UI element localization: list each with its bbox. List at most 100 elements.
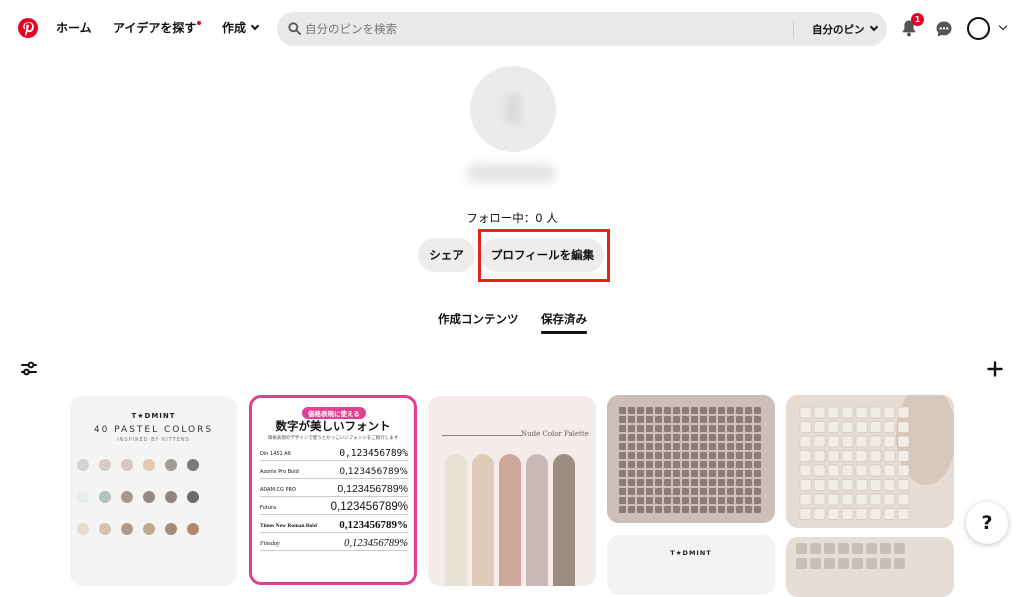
pinterest-logo[interactable]: [18, 18, 38, 38]
app-icon-tile: [682, 416, 689, 423]
app-icon-tile: [852, 543, 863, 554]
app-icon-tile: [754, 488, 761, 495]
app-icon-tile: [691, 479, 698, 486]
color-swatch: [121, 459, 133, 471]
help-button[interactable]: ?: [966, 502, 1008, 544]
pin-number-fonts[interactable]: 価格表現に使える 数字が美しいフォント 価格表現のデザインで使うとかっこいいフォ…: [249, 395, 417, 585]
app-icon-tile: [754, 470, 761, 477]
top-nav: ホーム アイデアを探す 作成 自分のピン 1: [0, 0, 1024, 58]
nav-home[interactable]: ホーム: [56, 19, 92, 36]
pin-subtitle: 価格表現のデザインで使うとかっこいいフォントをご紹介します: [267, 436, 399, 441]
app-icon-tile: [700, 461, 707, 468]
app-icon-tile: [700, 479, 707, 486]
account-icon[interactable]: [967, 17, 990, 40]
tab-saved[interactable]: 保存済み: [541, 311, 587, 327]
pin-pastel-colors[interactable]: T★DMINT 40 PASTEL COLORS INSPIRED BY KIT…: [70, 396, 237, 586]
tab-created[interactable]: 作成コンテンツ: [438, 311, 519, 327]
app-icon-tile: [855, 406, 868, 419]
app-icon-tile: [637, 461, 644, 468]
app-icon-tile: [799, 406, 812, 419]
app-icon-tile: [799, 435, 812, 448]
app-icon-tile: [673, 452, 680, 459]
nav-create[interactable]: 作成: [222, 19, 260, 36]
app-icon-tile: [883, 406, 896, 419]
plus-icon[interactable]: [987, 361, 1003, 377]
app-icon-tile: [691, 506, 698, 513]
app-icon-tile: [637, 452, 644, 459]
app-icon-tile: [869, 435, 882, 448]
app-icon-tile: [691, 416, 698, 423]
app-icon-tile: [655, 479, 662, 486]
app-icon-tile: [628, 416, 635, 423]
font-name: Times New Roman Bold: [260, 523, 317, 529]
app-icon-tile: [813, 450, 826, 462]
app-icon-tile: [628, 434, 635, 441]
app-icon-tile: [883, 450, 896, 462]
app-icon-tile: [827, 435, 840, 448]
pin-tadmint[interactable]: T★DMINT: [607, 535, 775, 595]
search-input[interactable]: [305, 12, 785, 46]
app-icon-tile: [664, 425, 671, 432]
app-icon-tile: [841, 464, 854, 477]
palette-bar: [553, 454, 575, 586]
app-icon-tile: [727, 452, 734, 459]
app-icon-tile: [824, 543, 835, 554]
app-icon-tile: [718, 470, 725, 477]
app-icon-tile: [691, 443, 698, 450]
search-scope-dropdown[interactable]: 自分のピン: [812, 22, 878, 37]
app-icon-tile: [799, 464, 812, 477]
color-swatch: [187, 523, 199, 535]
app-icon-tile: [813, 435, 826, 448]
app-icon-tile: [637, 506, 644, 513]
app-icon-tile: [655, 434, 662, 441]
app-icon-tile: [813, 479, 826, 491]
app-icon-tile: [754, 416, 761, 423]
share-button[interactable]: シェア: [418, 238, 475, 272]
pin-title: 数字が美しいフォント: [275, 419, 391, 433]
icon-grid-image: [607, 395, 775, 523]
palette-bar: [526, 454, 548, 586]
filter-icon[interactable]: [20, 361, 38, 377]
pin-title: Nude Color Palette: [521, 430, 589, 438]
profile-avatar[interactable]: [470, 66, 556, 152]
chat-icon[interactable]: [935, 20, 953, 38]
app-icon-tile: [718, 479, 725, 486]
app-icon-tile: [700, 443, 707, 450]
app-icon-tile: [841, 508, 854, 520]
tab-active-underline: [541, 331, 587, 334]
app-icon-tile: [736, 425, 743, 432]
app-icon-tile: [866, 558, 877, 569]
app-icon-tile: [727, 461, 734, 468]
pin-nude-palette[interactable]: Nude Color Palette: [428, 396, 596, 586]
pin-app-icons[interactable]: [786, 395, 954, 528]
app-icon-tile: [883, 479, 896, 491]
app-icon-tile: [813, 406, 826, 419]
app-icon-tile: [869, 479, 882, 491]
app-icon-tile: [700, 407, 707, 414]
following-count[interactable]: フォロー中：0 人: [0, 210, 1024, 226]
font-sample: 0,123456789%: [339, 519, 408, 531]
app-icon-tile: [897, 450, 910, 462]
app-icon-tile: [628, 497, 635, 504]
app-icon-tile: [736, 470, 743, 477]
app-icon-tile: [894, 558, 905, 569]
pin-brand: T★DMINT: [131, 412, 176, 420]
chevron-down-icon[interactable]: [998, 21, 1008, 31]
palette-bar: [445, 454, 467, 586]
app-icon-tile: [691, 461, 698, 468]
nav-explore[interactable]: アイデアを探す: [113, 19, 202, 36]
pin-icon-grid[interactable]: [607, 395, 775, 523]
font-row: Fineday 0,123456789%: [260, 533, 408, 551]
pin-app-icons-2[interactable]: [786, 537, 954, 597]
app-icon-tile: [628, 443, 635, 450]
nav-create-label: 作成: [222, 21, 247, 35]
app-icon-tile: [673, 407, 680, 414]
app-icon-tile: [655, 425, 662, 432]
app-icon-tile: [754, 497, 761, 504]
app-icon-tile: [855, 479, 868, 491]
app-icon-tile: [799, 508, 812, 520]
chevron-down-icon: [869, 22, 878, 32]
app-icon-tile: [745, 461, 752, 468]
app-icon-tile: [869, 421, 882, 433]
app-icon-tile: [736, 452, 743, 459]
